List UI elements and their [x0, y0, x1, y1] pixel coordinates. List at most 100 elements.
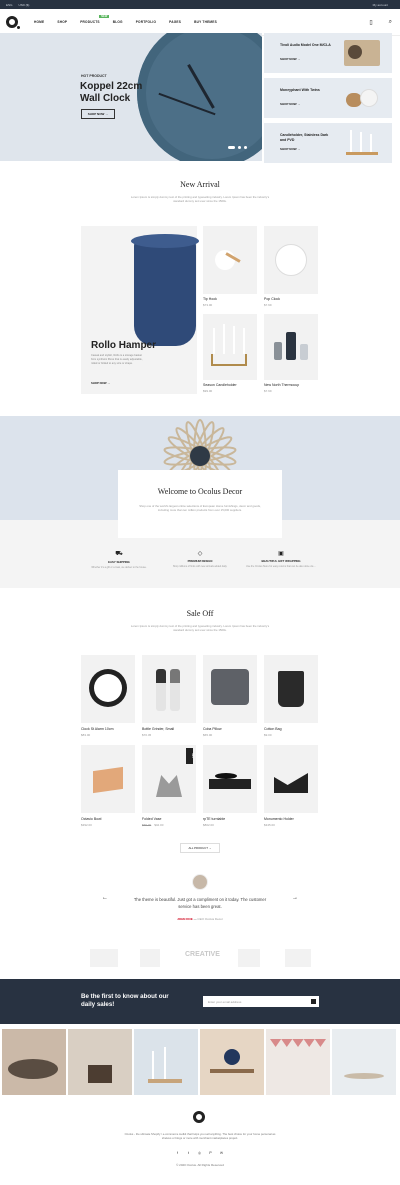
logo[interactable] [6, 16, 20, 29]
nav-shop[interactable]: SHOP [57, 20, 67, 24]
footer-desc: Ocolus - the ultimate Shopify / e-commer… [124, 1132, 276, 1140]
product-image-pillow[interactable] [203, 655, 257, 723]
candleholder-image [344, 130, 380, 156]
nav-buy-themes[interactable]: BUY THEMES [194, 20, 217, 24]
product-image-candleholder[interactable] [203, 314, 257, 380]
instagram-image[interactable] [68, 1029, 132, 1095]
twitter-icon[interactable]: t [183, 1151, 194, 1155]
instagram-image[interactable] [332, 1029, 396, 1095]
nav-products[interactable]: PRODUCTS NEW [80, 15, 110, 24]
product-price-group: $55.00 $42.00 [142, 823, 163, 827]
product-price: $70.45 [142, 733, 152, 737]
product-image-monumento[interactable] [264, 745, 318, 813]
main-nav: HOME SHOP PRODUCTS NEW BLOG PORTFOLIO PAG… [0, 9, 400, 36]
welcome-title: Welcome to Ocolus Decor [157, 487, 243, 496]
welcome-box: Welcome to Ocolus Decor Shop one of the … [118, 470, 282, 538]
prev-arrow-icon[interactable]: ← [102, 895, 108, 901]
pinterest-icon[interactable]: P [205, 1151, 216, 1155]
elephant-image [344, 85, 380, 111]
brand-logo[interactable] [238, 949, 260, 967]
nav-pages[interactable]: PAGES [169, 20, 181, 24]
feature-desc: Use the Ocolus Store for easy returns th… [246, 565, 316, 568]
brand-logo-creative[interactable]: CREATIVE [185, 951, 220, 958]
sale-subtitle: Lorem Ipsum is simply dummy text of the … [130, 624, 270, 632]
featured-shop-link[interactable]: SHOP NOW → [91, 381, 110, 385]
product-name[interactable]: Coba Pillow [203, 727, 221, 731]
author-name: JOHN DOE [177, 917, 193, 921]
product-price: $7.99 [264, 303, 272, 307]
new-badge: NEW [99, 15, 110, 18]
featured-title: Rollo Hamper [91, 340, 157, 351]
sale-title: Sale Off [186, 609, 214, 618]
instagram-image[interactable] [2, 1029, 66, 1095]
next-arrow-icon[interactable]: → [292, 895, 298, 901]
language-selector[interactable]: ENG [6, 3, 13, 7]
side-banner-link[interactable]: SHOP NOW → [280, 57, 300, 61]
instagram-image[interactable] [266, 1029, 330, 1095]
email-icon[interactable]: ✉ [216, 1151, 227, 1155]
brand-logo[interactable] [285, 949, 311, 967]
product-name[interactable]: New North Thermocup [264, 383, 299, 387]
product-price: $392.00 [81, 823, 92, 827]
side-banner-link[interactable]: SHOP NOW → [280, 147, 300, 151]
side-banner-candleholder[interactable]: Candleholder, Stainless Dark and PVD SHO… [264, 123, 392, 163]
brand-logo[interactable] [90, 949, 118, 967]
currency-selector[interactable]: USD ($) [19, 3, 30, 7]
side-banner-title: Candleholder, Stainless Dark and PVD [280, 133, 329, 142]
slider-dots[interactable] [228, 146, 250, 149]
testimonial-quote: The theme is beautiful. Just got a compl… [133, 897, 267, 909]
feature-desc: Whether it's a gift or a treat, we deliv… [91, 566, 147, 569]
product-image-pop-clock[interactable] [264, 226, 318, 294]
product-image-thermocup[interactable] [264, 314, 318, 380]
product-image-cotton-bag[interactable] [264, 655, 318, 723]
instagram-image[interactable] [200, 1029, 264, 1095]
search-icon[interactable]: ⌕ [389, 19, 392, 26]
product-image-alarm-clock[interactable] [81, 655, 135, 723]
side-banner-title: Moneyphant With Twins [280, 88, 320, 92]
featured-desc: Casual and stylish, Rollo is a storage b… [91, 354, 143, 365]
footer-logo[interactable] [193, 1111, 205, 1123]
product-name[interactable]: Monumento Holder [264, 817, 294, 821]
product-name[interactable]: Tip Hook [203, 297, 217, 301]
gift-icon: ▣ [278, 551, 284, 557]
side-banner-moneyphant[interactable]: Moneyphant With Twins SHOP NOW → [264, 78, 392, 118]
instagram-image[interactable] [134, 1029, 198, 1095]
side-banner-link[interactable]: SHOP NOW → [280, 102, 300, 106]
product-name[interactable]: Cotton Bag [264, 727, 282, 731]
product-name[interactable]: Bottle Grinder, Small [142, 727, 174, 731]
nav-blog[interactable]: BLOG [113, 20, 123, 24]
product-name[interactable]: Clock St Alarm 10cm [81, 727, 113, 731]
product-name[interactable]: Folded Vase [142, 817, 161, 821]
truck-icon: ⛟ [115, 551, 123, 557]
newsletter-email-input[interactable]: Enter your email address [203, 996, 319, 1007]
featured-product-card[interactable]: Rollo Hamper Casual and stylish, Rollo i… [81, 226, 199, 394]
product-name[interactable]: Pop Clock [264, 297, 280, 301]
cart-icon[interactable]: ▯ [369, 19, 372, 26]
product-image-grinder[interactable] [142, 655, 196, 723]
product-name[interactable]: rpTE turntable [203, 817, 225, 821]
product-image-tip-hook[interactable] [203, 226, 257, 294]
hero-shop-button[interactable]: SHOP NOW → [81, 109, 115, 119]
account-link[interactable]: My account [373, 3, 388, 7]
product-image-folded-vase[interactable]: SALE [142, 745, 196, 813]
all-product-button[interactable]: ALL PRODUCT → [180, 843, 220, 853]
product-name[interactable]: Octavio Bowl [81, 817, 101, 821]
old-price: $55.00 [142, 823, 152, 827]
nav-portfolio[interactable]: PORTFOLIO [136, 20, 156, 24]
instagram-icon[interactable]: ◎ [194, 1151, 205, 1155]
facebook-icon[interactable]: f [172, 1151, 183, 1155]
product-price: $345.00 [264, 823, 275, 827]
product-price: $802.00 [203, 823, 214, 827]
product-price: $99.00 [203, 389, 213, 393]
welcome-desc: Shop one of the world's largest online s… [139, 504, 261, 512]
product-image-turntable[interactable] [203, 745, 257, 813]
product-name[interactable]: Season Candleholder [203, 383, 237, 387]
nav-home[interactable]: HOME [34, 20, 44, 24]
product-price: $9.00 [264, 733, 272, 737]
send-icon[interactable] [311, 999, 316, 1004]
side-banner-audio[interactable]: Tivoli Audio Model One M/CLA SHOP NOW → [264, 33, 392, 73]
product-price: $7.99 [264, 389, 272, 393]
brand-logo[interactable] [140, 949, 160, 967]
product-image-bowl[interactable] [81, 745, 135, 813]
feature-gift: ▣ BEAUTIFUL GIFT WRAPPING Use the Ocolus… [246, 550, 316, 568]
